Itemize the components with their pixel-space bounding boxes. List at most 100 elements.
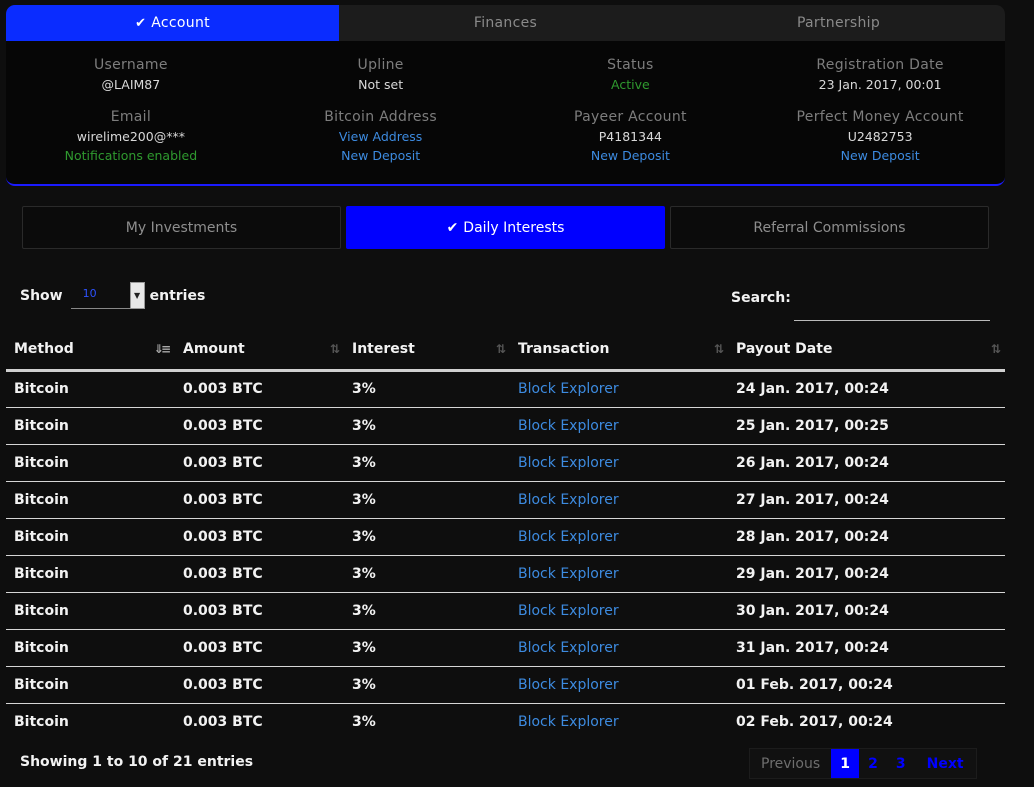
block-explorer-link[interactable]: Block Explorer [510,407,728,445]
amount-cell: 0.003 BTC [175,370,344,408]
interest-cell: 3% [344,629,510,667]
search-label: Search: [731,290,791,306]
status-label: Status [607,57,654,73]
method-cell: Bitcoin [6,370,175,408]
column-header-label: Method [14,341,74,358]
bitcoin-new-deposit-link[interactable]: New Deposit [256,146,506,165]
method-cell: Bitcoin [6,592,175,630]
table-row: Bitcoin 0.003 BTC 3% Block Explorer 30 J… [6,592,1005,630]
username-label: Username [93,57,168,73]
account-panel: ✔ Account Finances Partnership Username … [6,5,1005,186]
tab-daily-interests-label: Daily Interests [463,219,565,236]
sort-icon: ⇅ [329,342,340,356]
block-explorer-link[interactable]: Block Explorer [510,481,728,519]
page-button-1[interactable]: 1 [831,749,860,778]
column-header-interest[interactable]: Interest ⇅ [344,330,510,372]
payout-date-cell: 27 Jan. 2017, 00:24 [728,481,1005,519]
tab-finances[interactable]: Finances [339,5,672,41]
perfect-money-new-deposit-link[interactable]: New Deposit [755,146,1005,165]
sort-icon: ⇅ [495,342,506,356]
bitcoin-label: Bitcoin Address [324,109,437,125]
sort-icon: ⇅ [990,342,1001,356]
interest-cell: 3% [344,666,510,704]
username-cell: Username @LAIM87 [6,56,256,108]
perfect-money-cell: Perfect Money Account U2482753 New Depos… [755,108,1005,170]
amount-cell: 0.003 BTC [175,666,344,704]
tab-my-investments[interactable]: My Investments [22,206,341,249]
payout-date-cell: 28 Jan. 2017, 00:24 [728,518,1005,556]
checkmark-icon: ✔ [446,219,459,236]
block-explorer-link[interactable]: Block Explorer [510,518,728,556]
registration-label: Registration Date [816,57,944,73]
status-value: Active [611,77,650,92]
pagination: Previous 1 2 3 Next [749,748,977,779]
column-header-label: Payout Date [736,341,833,358]
tab-daily-interests[interactable]: ✔ Daily Interests [346,206,665,249]
email-label: Email [110,109,152,125]
table-row: Bitcoin 0.003 BTC 3% Block Explorer 26 J… [6,444,1005,482]
method-cell: Bitcoin [6,444,175,482]
column-header-label: Interest [352,341,415,358]
table-row: Bitcoin 0.003 BTC 3% Block Explorer 25 J… [6,407,1005,445]
search-input[interactable] [794,294,990,321]
status-cell: Status Active [506,56,756,108]
method-cell: Bitcoin [6,518,175,556]
view-address-link[interactable]: View Address [256,127,506,146]
tab-referral-commissions[interactable]: Referral Commissions [670,206,989,249]
chevron-down-icon[interactable]: ▼ [129,282,145,309]
registration-cell: Registration Date 23 Jan. 2017, 00:01 [755,56,1005,108]
registration-value: 23 Jan. 2017, 00:01 [818,77,942,92]
payout-date-cell: 29 Jan. 2017, 00:24 [728,555,1005,593]
block-explorer-link[interactable]: Block Explorer [510,703,728,740]
perfect-money-value: U2482753 [847,129,913,144]
block-explorer-link[interactable]: Block Explorer [510,666,728,704]
sort-desc-icon: ⇓≡ [153,342,171,356]
tab-partnership-label: Partnership [796,15,881,31]
block-explorer-link[interactable]: Block Explorer [510,592,728,630]
next-page-button[interactable]: Next [915,749,976,778]
block-explorer-link[interactable]: Block Explorer [510,555,728,593]
block-explorer-link[interactable]: Block Explorer [510,629,728,667]
notifications-status: Notifications enabled [64,148,198,163]
method-cell: Bitcoin [6,666,175,704]
method-cell: Bitcoin [14,713,69,730]
column-header-amount[interactable]: Amount ⇅ [175,330,344,372]
amount-cell: 0.003 BTC [175,444,344,482]
method-cell: Bitcoin [6,481,175,519]
column-header-method[interactable]: Method ⇓≡ [6,330,175,372]
interest-cell: 3% [344,555,510,593]
column-header-payout-date[interactable]: Payout Date ⇅ [728,330,1005,372]
amount-cell: 0.003 BTC [175,592,344,630]
payeer-new-deposit-link[interactable]: New Deposit [506,146,756,165]
interest-cell: 3% [344,592,510,630]
column-header-label: Transaction [518,341,610,358]
tab-account[interactable]: ✔ Account [6,5,339,41]
block-explorer-link[interactable]: Block Explorer [510,370,728,408]
column-header-transaction[interactable]: Transaction ⇅ [510,330,728,372]
payeer-cell: Payeer Account P4181344 New Deposit [506,108,756,170]
tab-partnership[interactable]: Partnership [672,5,1005,41]
email-cell: Email wirelime200@*** Notifications enab… [6,108,256,170]
upline-cell: Upline Not set [256,56,506,108]
page-button-3[interactable]: 3 [887,749,915,778]
column-header-label: Amount [183,341,245,358]
method-cell: Bitcoin [6,629,175,667]
table-header-row: Method ⇓≡ Amount ⇅ Interest ⇅ Transactio… [6,330,1005,372]
daily-interests-table: Method ⇓≡ Amount ⇅ Interest ⇅ Transactio… [6,330,1005,740]
payout-date-cell: 31 Jan. 2017, 00:24 [728,629,1005,667]
payout-date-cell: 25 Jan. 2017, 00:25 [728,407,1005,445]
amount-cell: 0.003 BTC [175,481,344,519]
interest-cell: 3% [344,407,510,445]
table-row: Bitcoin 0.003 BTC 3% Block Explorer 28 J… [6,518,1005,556]
amount-cell: 0.003 BTC [175,518,344,556]
checkmark-icon: ✔ [135,15,147,31]
previous-page-button[interactable]: Previous [750,749,831,778]
amount-cell: 0.003 BTC [183,713,263,730]
entries-select[interactable]: 10 ▼ [70,282,145,309]
entries-label: entries [149,287,206,304]
page-button-2[interactable]: 2 [859,749,887,778]
payout-date-cell: 30 Jan. 2017, 00:24 [728,592,1005,630]
payout-date-cell: 02 Feb. 2017, 00:24 [736,713,893,730]
table-row: Bitcoin 0.003 BTC 3% Block Explorer 31 J… [6,629,1005,667]
block-explorer-link[interactable]: Block Explorer [510,444,728,482]
